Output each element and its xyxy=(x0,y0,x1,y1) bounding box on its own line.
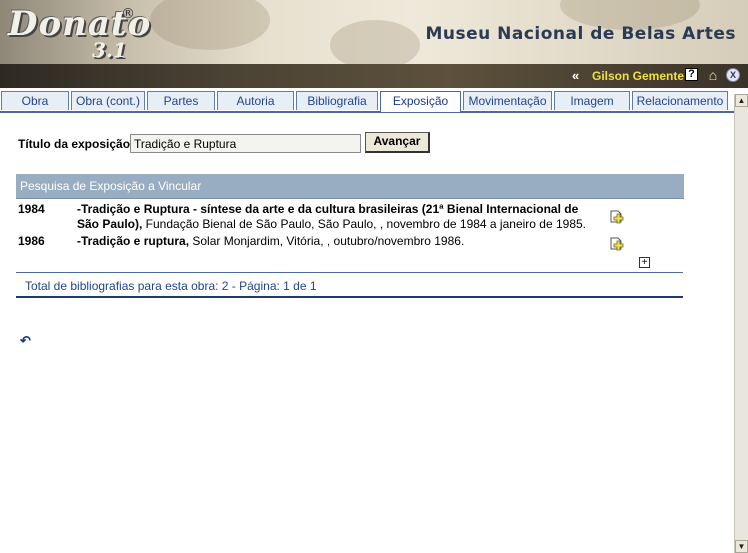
results-total: Total de bibliografias para esta obra: 2… xyxy=(25,279,317,293)
user-bar: « Gilson Gemente ? ⌂ X xyxy=(0,64,748,88)
advance-button[interactable]: Avançar xyxy=(365,132,430,153)
scroll-down-icon[interactable]: ▼ xyxy=(735,540,748,553)
help-icon[interactable]: ? xyxy=(685,68,698,81)
tab-bibliografia[interactable]: Bibliografia xyxy=(296,91,378,110)
result-details: Fundação Bienal de São Paulo, São Paulo,… xyxy=(142,217,586,231)
tab-imagem[interactable]: Imagem xyxy=(554,91,630,110)
registered-mark: ® xyxy=(121,6,135,22)
add-link-icon[interactable] xyxy=(610,209,625,224)
tab-relacionamento[interactable]: Relacionamento xyxy=(632,91,728,110)
add-link-icon[interactable] xyxy=(610,236,625,251)
tab-obra[interactable]: Obra xyxy=(1,91,69,110)
tab-bar: Obra Obra (cont.) Partes Autoria Bibliog… xyxy=(0,90,734,113)
exposition-title-label: Título da exposição: xyxy=(18,137,135,151)
scroll-up-icon[interactable]: ▲ xyxy=(735,94,748,107)
collapse-chevron-icon[interactable]: « xyxy=(572,68,579,83)
vertical-scrollbar[interactable]: ▲ ▼ xyxy=(734,94,748,553)
result-text: -Tradição e Ruptura - síntese da arte e … xyxy=(77,202,603,232)
tab-autoria[interactable]: Autoria xyxy=(217,91,294,110)
section-heading: Pesquisa de Exposição a Vincular xyxy=(16,174,684,199)
result-text: -Tradição e ruptura, Solar Monjardim, Vi… xyxy=(77,234,603,249)
exposition-title-input[interactable] xyxy=(130,134,361,153)
result-details: Solar Monjardim, Vitória, , outubro/nove… xyxy=(189,234,465,248)
back-icon[interactable]: ↶ xyxy=(20,333,31,349)
tab-obra-cont[interactable]: Obra (cont.) xyxy=(71,91,145,110)
expand-icon[interactable]: + xyxy=(639,257,650,268)
result-title: -Tradição e ruptura, xyxy=(77,234,190,248)
tab-movimentacao[interactable]: Movimentação xyxy=(463,91,552,110)
home-icon[interactable]: ⌂ xyxy=(706,68,720,82)
museum-name: Museu Nacional de Belas Artes xyxy=(425,24,736,44)
result-year: 1986 xyxy=(18,234,45,248)
user-name: Gilson Gemente xyxy=(592,69,685,83)
app-header: Donato ® 3.1 Museu Nacional de Belas Art… xyxy=(0,0,748,64)
divider xyxy=(16,296,683,298)
tab-exposicao[interactable]: Exposição xyxy=(380,91,461,112)
logo-version: 3.1 xyxy=(92,38,127,62)
tab-partes[interactable]: Partes xyxy=(147,91,215,110)
result-year: 1984 xyxy=(18,202,45,216)
exit-icon[interactable]: X xyxy=(726,68,740,82)
divider xyxy=(16,272,683,273)
